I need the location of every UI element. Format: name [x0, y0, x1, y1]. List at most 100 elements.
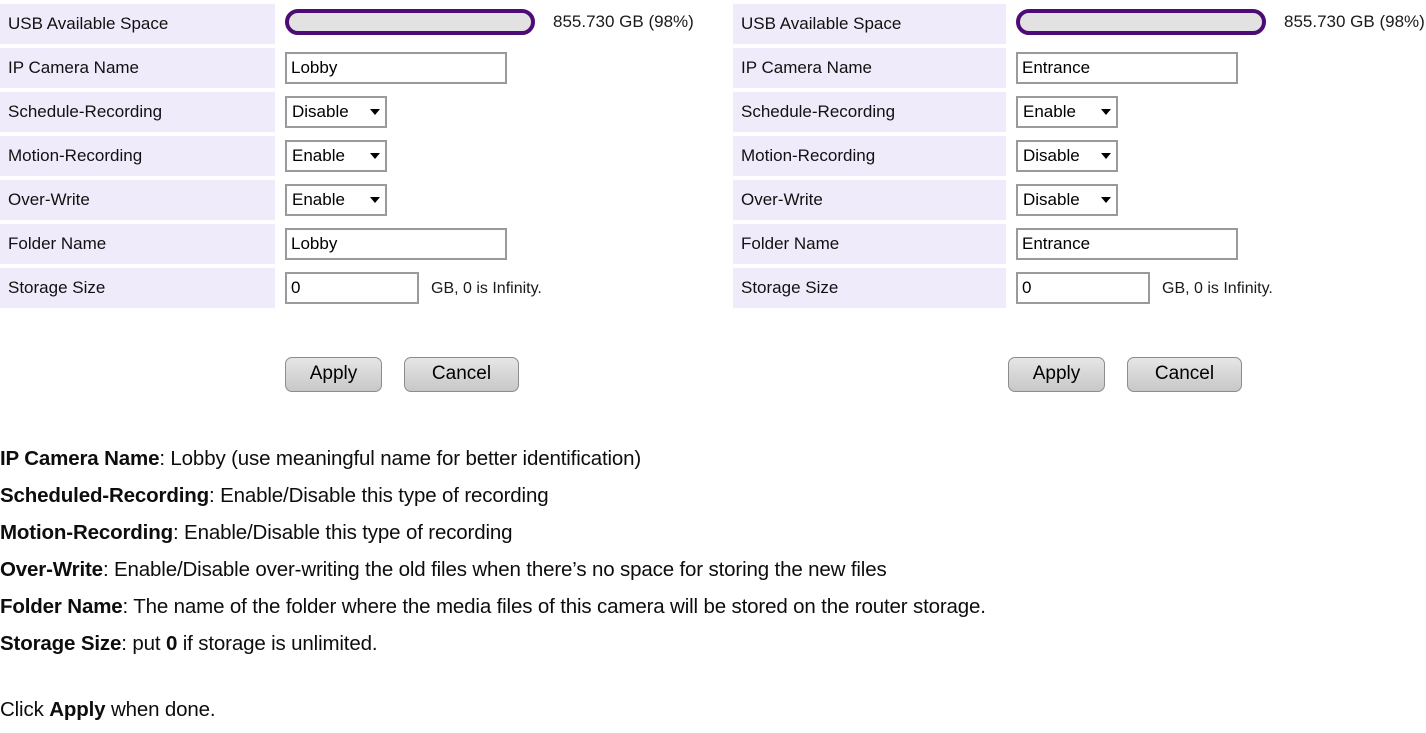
settings-row: Motion-Recording Disable: [733, 136, 1426, 176]
field-descriptions: IP Camera Name: Lobby (use meaningful na…: [0, 440, 1426, 728]
description-term: Motion-Recording: [0, 521, 173, 544]
description-term: Storage Size: [0, 632, 122, 655]
apply-button[interactable]: Apply: [285, 357, 382, 392]
description-emphasis: 0: [165, 632, 178, 655]
settings-row: Folder Name: [0, 224, 713, 264]
closing-term: Apply: [49, 698, 106, 721]
settings-row: Storage Size GB, 0 is Infinity.: [0, 268, 713, 308]
chevron-down-icon: [1101, 197, 1111, 203]
settings-row: USB Available Space 855.730 GB (98%): [733, 4, 1426, 44]
dropdown-selected-value: Disable: [1023, 190, 1080, 209]
setting-value: [1006, 224, 1426, 264]
setting-label: Schedule-Recording: [0, 92, 275, 132]
description-line: Storage Size: put 0 if storage is unlimi…: [0, 625, 1426, 662]
description-term: Folder Name: [0, 595, 123, 618]
description-line: Scheduled-Recording: Enable/Disable this…: [0, 477, 1426, 514]
chevron-down-icon: [1101, 153, 1111, 159]
setting-label: Motion-Recording: [733, 136, 1006, 176]
settings-row: USB Available Space 855.730 GB (98%): [0, 4, 713, 44]
input-storage-size[interactable]: [1016, 272, 1150, 304]
setting-value: [275, 48, 713, 88]
usb-space-progress-bar: [1016, 8, 1266, 35]
description-text: : Enable/Disable this type of recording: [209, 484, 549, 507]
storage-size-hint: GB, 0 is Infinity.: [1162, 280, 1273, 297]
setting-value: 855.730 GB (98%): [1006, 4, 1426, 44]
table-body: USB Available Space 855.730 GB (98%) IP Ca…: [0, 4, 713, 308]
description-line: Motion-Recording: Enable/Disable this ty…: [0, 514, 1426, 551]
settings-row: Motion-Recording Enable: [0, 136, 713, 176]
setting-value: GB, 0 is Infinity.: [275, 268, 713, 308]
chevron-down-icon: [370, 109, 380, 115]
chevron-down-icon: [1101, 109, 1111, 115]
settings-row: Folder Name: [733, 224, 1426, 264]
dropdown-selected-value: Enable: [1023, 102, 1076, 121]
closing-instruction: Click Apply when done.: [0, 691, 1426, 728]
dropdown-over-write[interactable]: Disable: [1016, 184, 1118, 216]
usb-space-value: 855.730 GB (98%): [1284, 11, 1425, 31]
settings-row: IP Camera Name: [0, 48, 713, 88]
setting-value: Disable: [1006, 180, 1426, 220]
closing-pre: Click: [0, 698, 50, 721]
setting-label: IP Camera Name: [0, 48, 275, 88]
dropdown-schedule-recording[interactable]: Enable: [1016, 96, 1118, 128]
chevron-down-icon: [370, 197, 380, 203]
setting-label: Storage Size: [733, 268, 1006, 308]
setting-label: USB Available Space: [733, 4, 1006, 44]
description-text-tail: if storage is unlimited.: [177, 632, 378, 655]
usb-space-value: 855.730 GB (98%): [553, 11, 694, 31]
description-text: : Enable/Disable over-writing the old fi…: [102, 558, 887, 581]
setting-value: Enable: [275, 180, 713, 220]
dropdown-selected-value: Enable: [292, 146, 345, 165]
setting-label: Storage Size: [0, 268, 275, 308]
chevron-down-icon: [370, 153, 380, 159]
input-storage-size[interactable]: [285, 272, 419, 304]
setting-label: Over-Write: [733, 180, 1006, 220]
input-folder-name[interactable]: [285, 228, 507, 260]
description-term: Over-Write: [0, 558, 103, 581]
description-text: : The name of the folder where the media…: [122, 595, 986, 618]
description-text: : Lobby (use meaningful name for better …: [159, 447, 642, 470]
camera-config-panel-left: USB Available Space 855.730 GB (98%) IP Ca…: [0, 0, 713, 312]
camera-config-panel-right: USB Available Space 855.730 GB (98%) IP Ca…: [733, 0, 1426, 312]
dropdown-motion-recording[interactable]: Enable: [285, 140, 387, 172]
camera-settings-table: USB Available Space 855.730 GB (98%) IP Ca…: [733, 0, 1426, 312]
usb-space-meter-group: 855.730 GB (98%): [285, 8, 694, 35]
usb-space-progress-bar: [285, 8, 535, 35]
cancel-button[interactable]: Cancel: [404, 357, 519, 392]
setting-label: Over-Write: [0, 180, 275, 220]
setting-value: Disable: [1006, 136, 1426, 176]
settings-row: IP Camera Name: [733, 48, 1426, 88]
setting-label: Folder Name: [733, 224, 1006, 264]
description-line: IP Camera Name: Lobby (use meaningful na…: [0, 440, 1426, 477]
form-actions-left: Apply Cancel: [285, 357, 519, 392]
input-ip-camera-name[interactable]: [285, 52, 507, 84]
setting-label: Folder Name: [0, 224, 275, 264]
apply-button[interactable]: Apply: [1008, 357, 1105, 392]
settings-row: Storage Size GB, 0 is Infinity.: [733, 268, 1426, 308]
camera-settings-table: USB Available Space 855.730 GB (98%) IP Ca…: [0, 0, 713, 312]
form-actions-right: Apply Cancel: [1008, 357, 1242, 392]
dropdown-over-write[interactable]: Enable: [285, 184, 387, 216]
description-term: Scheduled-Recording: [0, 484, 210, 507]
dropdown-selected-value: Disable: [1023, 146, 1080, 165]
settings-row: Schedule-Recording Disable: [0, 92, 713, 132]
setting-label: USB Available Space: [0, 4, 275, 44]
setting-value: GB, 0 is Infinity.: [1006, 268, 1426, 308]
description-line: Folder Name: The name of the folder wher…: [0, 588, 1426, 625]
setting-value: Enable: [1006, 92, 1426, 132]
input-ip-camera-name[interactable]: [1016, 52, 1238, 84]
setting-label: IP Camera Name: [733, 48, 1006, 88]
setting-label: Schedule-Recording: [733, 92, 1006, 132]
description-term: IP Camera Name: [0, 447, 160, 470]
dropdown-schedule-recording[interactable]: Disable: [285, 96, 387, 128]
cancel-button[interactable]: Cancel: [1127, 357, 1242, 392]
settings-row: Over-Write Disable: [733, 180, 1426, 220]
settings-row: Over-Write Enable: [0, 180, 713, 220]
setting-value: 855.730 GB (98%): [275, 4, 713, 44]
closing-post: when done.: [105, 698, 216, 721]
input-folder-name[interactable]: [1016, 228, 1238, 260]
usb-space-meter-group: 855.730 GB (98%): [1016, 8, 1425, 35]
dropdown-motion-recording[interactable]: Disable: [1016, 140, 1118, 172]
description-line: Over-Write: Enable/Disable over-writing …: [0, 551, 1426, 588]
description-text: : Enable/Disable this type of recording: [172, 521, 513, 544]
